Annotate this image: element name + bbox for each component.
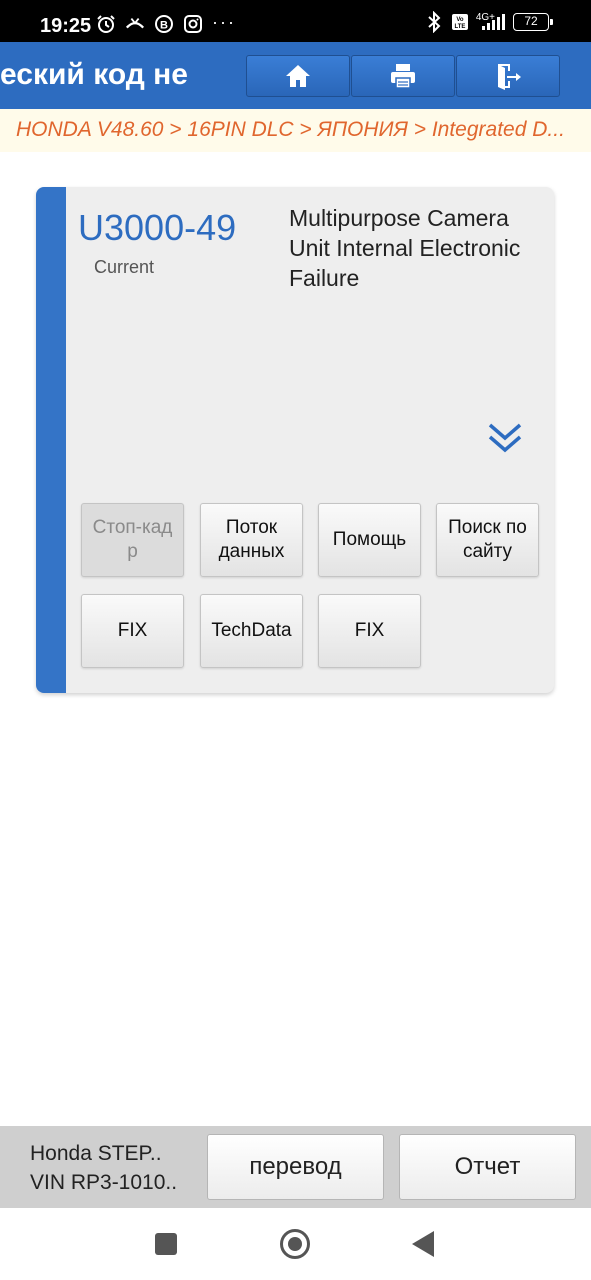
exit-icon	[498, 64, 521, 90]
status-time: 19:25	[40, 15, 92, 37]
alarm-icon	[96, 14, 116, 34]
system-nav-bar	[0, 1208, 591, 1280]
instagram-icon	[183, 14, 203, 34]
back-icon[interactable]	[412, 1231, 434, 1257]
page-title: еский код не	[0, 58, 188, 91]
fix-button[interactable]: FIX	[81, 594, 184, 668]
more-notifications-icon: ···	[212, 12, 236, 32]
svg-text:B: B	[160, 20, 168, 32]
signal-icon	[480, 12, 506, 32]
vehicle-model: Honda STEP..	[30, 1142, 162, 1165]
data-stream-button[interactable]: Поток данных	[200, 503, 303, 577]
exit-button[interactable]	[456, 55, 560, 97]
chevron-double-down-icon[interactable]	[486, 419, 524, 457]
breadcrumb-path: HONDA V48.60 > 16PIN DLC > ЯПОНИЯ > Inte…	[16, 118, 565, 141]
b-app-icon: B	[154, 14, 174, 34]
svg-text:LTE: LTE	[454, 24, 465, 30]
home-button[interactable]	[246, 55, 350, 97]
report-button[interactable]: Отчет	[399, 1134, 576, 1200]
translate-button[interactable]: перевод	[207, 1134, 384, 1200]
print-button[interactable]	[351, 55, 455, 97]
home-nav-icon[interactable]	[280, 1229, 310, 1259]
vehicle-vin: VIN RP3-1010..	[30, 1171, 178, 1194]
fix-button-2[interactable]: FIX	[318, 594, 421, 668]
card-accent-stripe	[36, 187, 66, 693]
battery-indicator: 72	[513, 13, 553, 31]
dtc-card: U3000-49 Current Multipurpose Camera Uni…	[36, 187, 554, 693]
volte-icon: Vo LTE	[451, 12, 469, 32]
dtc-status: Current	[94, 257, 155, 277]
vehicle-info: Honda STEP.. VIN RP3-1010..	[30, 1139, 177, 1197]
freeze-frame-button[interactable]: Стоп-кад р	[81, 503, 184, 577]
home-icon	[286, 65, 310, 87]
dtc-description: Multipurpose Camera Unit Internal Electr…	[289, 205, 521, 291]
dtc-code: U3000-49	[78, 207, 237, 248]
system-icons: Vo LTE 4G+ 72	[424, 11, 553, 33]
app-header: еский код не	[0, 42, 591, 109]
svg-text:Vo: Vo	[456, 17, 464, 23]
site-search-button[interactable]: Поиск по сайту	[436, 503, 539, 577]
notification-icons: B	[96, 14, 203, 34]
recent-apps-icon[interactable]	[155, 1233, 177, 1255]
status-bar: 19:25 B ··· Vo LTE 4G+ 72	[0, 0, 591, 42]
print-icon	[391, 64, 415, 89]
bluetooth-icon	[424, 11, 444, 33]
bottom-toolbar: Honda STEP.. VIN RP3-1010.. перевод Отче…	[0, 1126, 591, 1208]
help-button[interactable]: Помощь	[318, 503, 421, 577]
breadcrumb: HONDA V48.60 > 16PIN DLC > ЯПОНИЯ > Inte…	[0, 109, 591, 152]
missed-call-icon	[125, 14, 145, 34]
techdata-button[interactable]: TechData	[200, 594, 303, 668]
